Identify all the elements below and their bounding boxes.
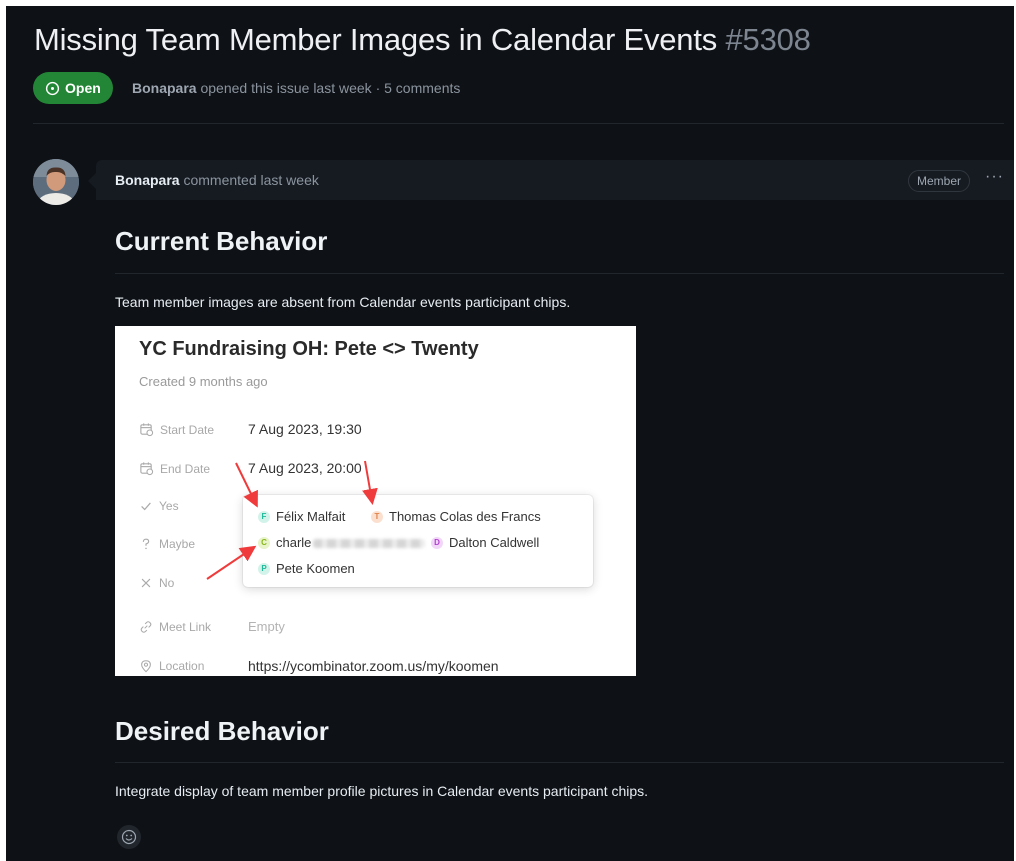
title-divider — [33, 123, 1004, 124]
embedded-screenshot[interactable]: YC Fundraising OH: Pete <> Twenty Create… — [115, 326, 636, 676]
annotation-arrow — [362, 460, 378, 505]
comment-meta: Bonapara commented last week — [115, 172, 319, 188]
issue-number: #5308 — [725, 22, 811, 57]
comment-timestamp[interactable]: commented last week — [183, 172, 318, 188]
avatar-image — [33, 159, 79, 205]
issue-title: Missing Team Member Images in Calendar E… — [34, 22, 811, 58]
issue-state-label: Open — [65, 80, 101, 96]
issue-title-text: Missing Team Member Images in Calendar E… — [34, 22, 718, 57]
avatar[interactable] — [33, 159, 79, 205]
desired-behavior-text: Integrate display of team member profile… — [115, 783, 649, 799]
annotation-arrow — [235, 462, 258, 508]
issue-author-link[interactable]: Bonapara — [132, 80, 197, 96]
member-badge: Member — [907, 170, 970, 192]
comment-author-link[interactable]: Bonapara — [115, 172, 180, 188]
add-reaction-button[interactable] — [117, 825, 141, 849]
comment-more-button[interactable]: ··· — [985, 168, 1004, 186]
issue-meta: Bonapara opened this issue last week · 5… — [132, 80, 460, 96]
heading-desired-behavior: Desired Behavior — [115, 716, 329, 746]
annotation-arrows — [206, 460, 378, 580]
issue-open-icon — [45, 81, 60, 95]
issue-meta-summary: opened this issue last week · 5 comments — [200, 80, 461, 96]
issue-state-badge: Open — [33, 72, 113, 104]
current-behavior-text: Team member images are absent from Calen… — [115, 294, 571, 310]
issue-page: Missing Team Member Images in Calendar E… — [6, 6, 1014, 861]
annotation-arrow — [206, 545, 257, 580]
comment-body: Current Behavior Team member images are … — [96, 200, 1014, 861]
heading-current-behavior: Current Behavior — [115, 226, 328, 256]
heading-rule — [115, 762, 1004, 763]
comment-header: Bonapara commented last week Member ··· — [96, 160, 1014, 200]
smiley-icon — [121, 829, 137, 845]
comment-pointer — [88, 173, 96, 189]
heading-rule — [115, 273, 1004, 274]
